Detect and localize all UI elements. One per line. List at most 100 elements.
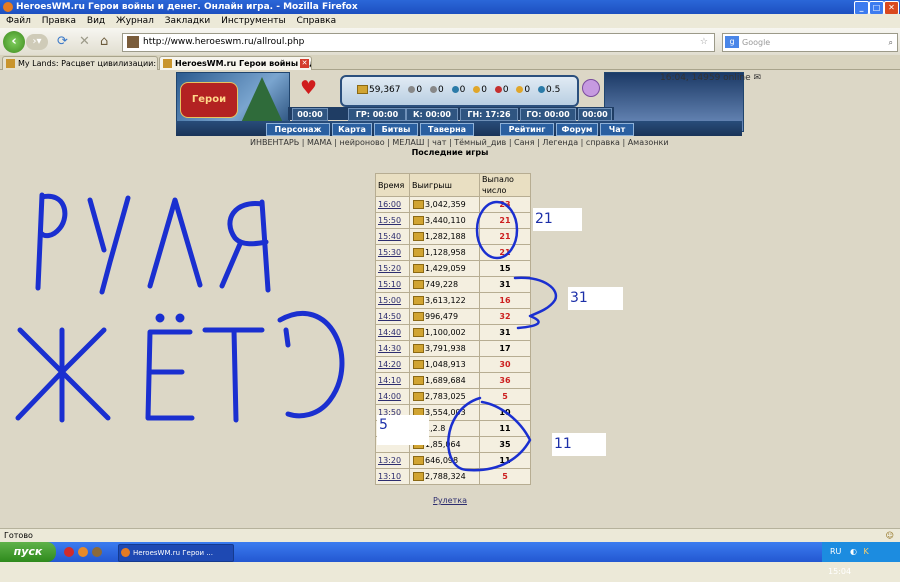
resources-bar: 59,367 0 0 0 0 0 0 0.5 [340, 75, 579, 107]
nav-character[interactable]: Персонаж [266, 123, 330, 136]
row-number: 16 [479, 292, 531, 309]
online-counter: 16:04, 14959 online ✉ [660, 72, 761, 84]
menu-bookmarks[interactable]: Закладки [165, 16, 211, 26]
nav-rating[interactable]: Рейтинг [500, 123, 554, 136]
stop-icon[interactable]: ✕ [79, 35, 90, 49]
start-button[interactable]: пуск [0, 542, 56, 562]
address-bar[interactable]: http://www.heroeswm.ru/allroul.php ☆ [122, 33, 715, 52]
app-quicklaunch-icon[interactable] [92, 547, 102, 557]
row-time-link[interactable]: 15:10 [375, 276, 410, 293]
row-time-link[interactable]: 14:00 [375, 388, 410, 405]
wood-icon [408, 86, 416, 93]
nav-tavern[interactable]: Таверна [420, 123, 474, 136]
back-button[interactable]: ‹ [3, 31, 25, 53]
row-time-link[interactable]: 15:20 [375, 260, 410, 277]
row-time-link[interactable]: 14:20 [375, 356, 410, 373]
menu-edit[interactable]: Правка [42, 16, 76, 26]
row-win-value: 749,228 [425, 280, 459, 289]
home-icon[interactable]: ⌂ [100, 35, 108, 49]
table-row: 14:30 3,791,938 17 [375, 340, 531, 357]
opera-quicklaunch-icon[interactable] [64, 547, 74, 557]
row-time-link[interactable]: 14:30 [375, 340, 410, 357]
health-heart-icon[interactable]: ♥ [300, 78, 317, 98]
sulfur-amount: 0 [481, 85, 487, 95]
language-indicator[interactable]: RU [830, 547, 841, 556]
tray-icon[interactable]: ◐ [850, 547, 857, 556]
statusbar-addon-icon[interactable]: ☺ [886, 529, 894, 543]
row-time-link[interactable]: 15:50 [375, 212, 410, 229]
mana-potion-icon[interactable] [582, 79, 600, 97]
row-time-link[interactable]: 14:40 [375, 324, 410, 341]
game-logo[interactable]: Герои [180, 82, 238, 118]
nav-map[interactable]: Карта [332, 123, 372, 136]
row-win-amount: 749,228 [409, 276, 480, 293]
row-time-link[interactable]: 16:00 [375, 196, 410, 213]
search-input[interactable]: g Google ⌕ [722, 33, 898, 52]
row-number: 30 [479, 356, 531, 373]
row-number: 11 [479, 452, 531, 469]
annotation-box-5: 5 [377, 415, 429, 445]
row-time-link[interactable]: 13:20 [375, 452, 410, 469]
gems-icon [516, 86, 524, 93]
mercury-amount: 0 [459, 85, 466, 95]
maximize-button[interactable]: □ [869, 1, 884, 15]
menu-history[interactable]: Журнал [116, 16, 154, 26]
bookmark-star-icon[interactable]: ☆ [700, 34, 708, 51]
reload-icon[interactable]: ⟳ [57, 35, 68, 49]
row-time-link[interactable]: 14:10 [375, 372, 410, 389]
row-time-link[interactable]: 15:30 [375, 244, 410, 261]
search-magnifier-icon[interactable]: ⌕ [889, 34, 893, 51]
sulfur-icon [473, 86, 481, 93]
taskbar-firefox-window[interactable]: HeroesWM.ru Герои ... [118, 544, 234, 562]
navigation-toolbar: ‹ ›▾ ⟳ ✕ ⌂ http://www.heroeswm.ru/allrou… [0, 28, 900, 56]
menu-tools[interactable]: Инструменты [221, 16, 285, 26]
quick-links[interactable]: ИНВЕНТАРЬ | МАМА | нейроново | МЕЛАШ | ч… [250, 138, 669, 148]
row-win-value: 646,098 [425, 456, 459, 465]
tab-close-icon[interactable]: ✕ [300, 59, 309, 68]
row-win-amount: 1,429,059 [409, 260, 480, 277]
row-win-value: 1,048,913 [425, 360, 466, 369]
table-row: 15:10 749,228 31 [375, 276, 531, 293]
gold-icon [413, 216, 424, 225]
tab-my-lands[interactable]: My Lands: Расцвет цивилизации: Арх... [2, 56, 158, 70]
timer-6: 00:00 [578, 108, 612, 121]
system-tray: RU ◐ K 15:04 [822, 542, 900, 576]
row-time-link[interactable]: 13:10 [375, 468, 410, 485]
row-time-link[interactable]: 14:50 [375, 308, 410, 325]
close-button[interactable]: ✕ [884, 1, 899, 15]
nav-forum[interactable]: Форум [556, 123, 598, 136]
row-time-link[interactable]: 15:40 [375, 228, 410, 245]
site-favicon [127, 36, 139, 48]
menu-view[interactable]: Вид [87, 16, 105, 26]
menu-help[interactable]: Справка [296, 16, 336, 26]
roulette-link[interactable]: Рулетка [430, 496, 470, 506]
annotation-box-21: 21 [533, 208, 582, 231]
row-number: 5 [479, 388, 531, 405]
gold-icon [413, 296, 424, 305]
nav-battles[interactable]: Битвы [374, 123, 418, 136]
timer-gr: ГР: 00:00 [348, 108, 406, 121]
nav-chat[interactable]: Чат [600, 123, 634, 136]
url-text: http://www.heroeswm.ru/allroul.php [143, 37, 305, 47]
kaspersky-icon[interactable]: K [864, 547, 869, 556]
ore-amount: 0 [437, 85, 444, 95]
row-win-amount: 3,440,110 [409, 212, 480, 229]
gold-icon [413, 312, 424, 321]
taskbar-item-label: HeroesWM.ru Герои ... [133, 549, 214, 557]
google-icon[interactable]: g [725, 36, 739, 48]
row-win-value: 3,440,110 [425, 216, 466, 225]
row-time-link[interactable]: 15:00 [375, 292, 410, 309]
recent-games-title: Последние игры [411, 148, 489, 157]
menu-bar: Файл Правка Вид Журнал Закладки Инструме… [0, 14, 900, 28]
mail-icon[interactable]: ✉ [753, 73, 761, 83]
status-bar: Готово ☺ [0, 528, 900, 543]
firefox-quicklaunch-icon[interactable] [78, 547, 88, 557]
menu-file[interactable]: Файл [6, 16, 31, 26]
forward-button[interactable]: ›▾ [26, 34, 48, 50]
gold-amount: 59,367 [369, 85, 401, 95]
minimize-button[interactable]: _ [854, 1, 869, 15]
gems-amount: 0 [524, 85, 531, 95]
row-win-value: 3,791,938 [425, 344, 466, 353]
tab-heroeswm[interactable]: HeroesWM.ru Герои войны и ден... ✕ [159, 56, 312, 70]
gold-icon [413, 200, 424, 209]
